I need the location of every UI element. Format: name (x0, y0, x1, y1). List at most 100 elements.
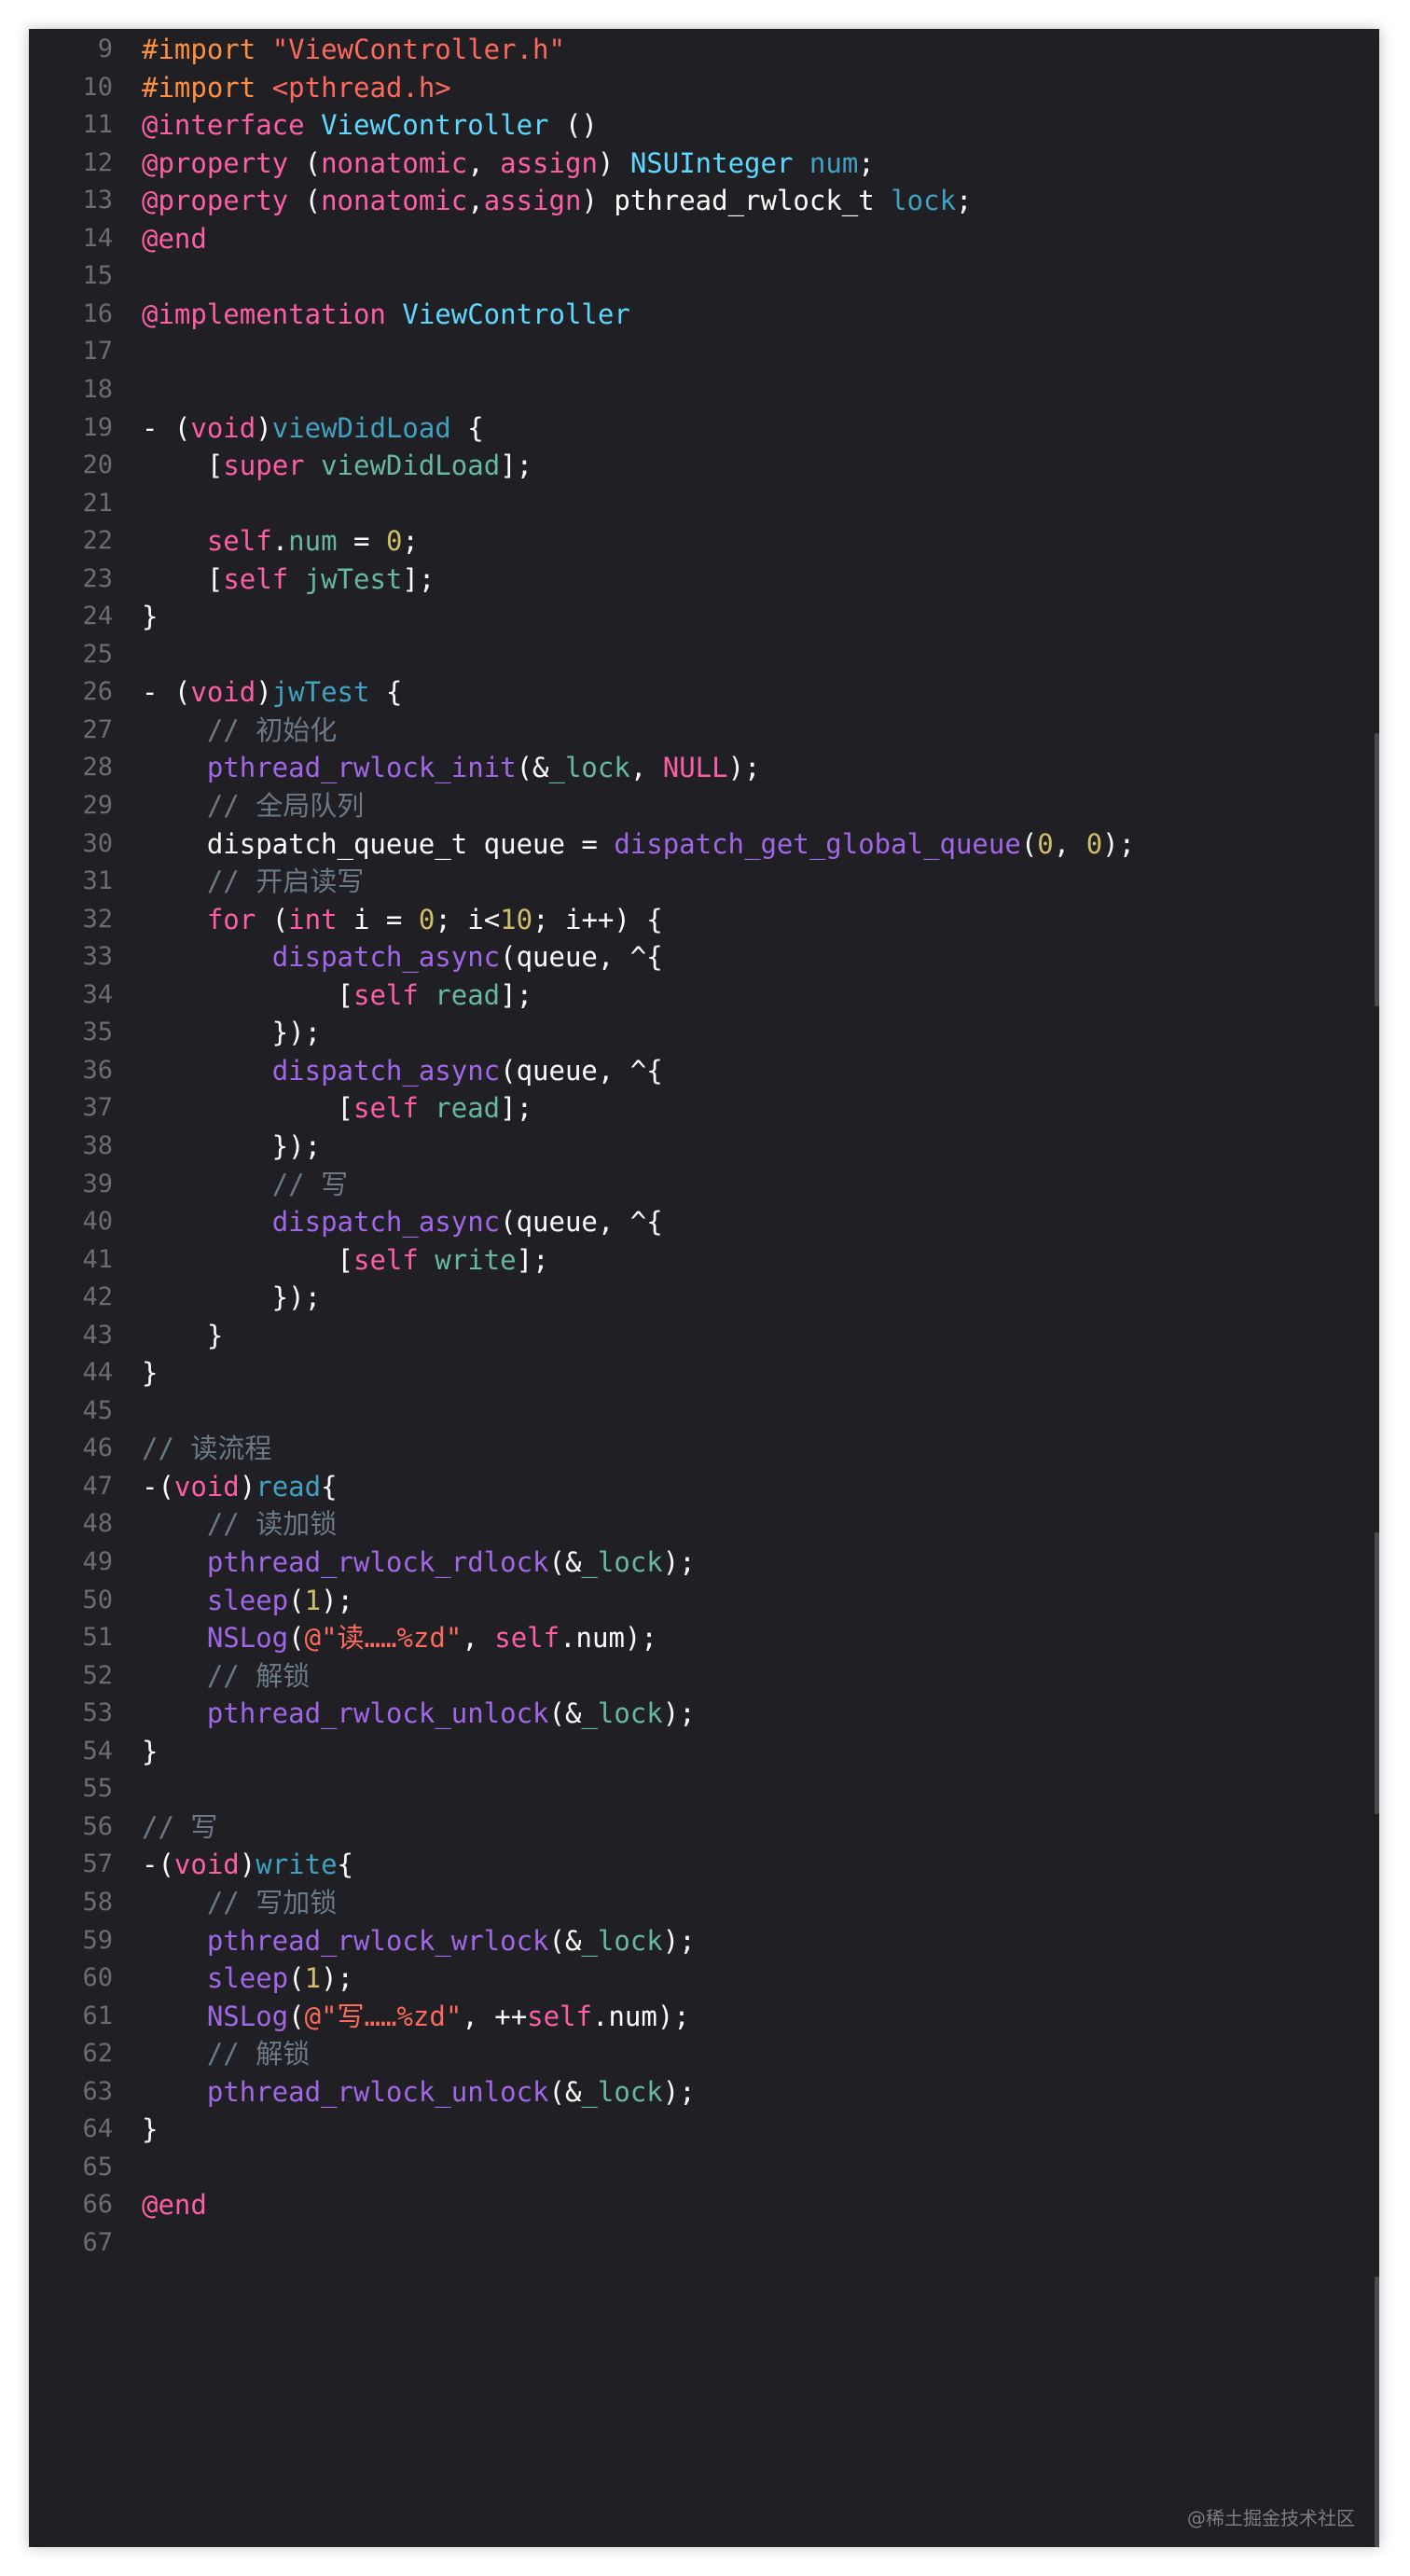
code-line[interactable]: 11 @interface ViewController () (29, 106, 1379, 144)
line-text: NSLog(@"读……%zd", self.num); (142, 1619, 657, 1656)
code-line[interactable]: 43 } (29, 1317, 1379, 1354)
scrollbar-marker[interactable] (1375, 733, 1379, 1006)
code-token: <pthread.h> (271, 71, 451, 104)
code-token: // 开启读写 (206, 866, 365, 898)
code-line[interactable]: 9 #import "ViewController.h" (29, 31, 1379, 68)
code-line[interactable]: 51 NSLog(@"读……%zd", self.num); (29, 1619, 1379, 1656)
code-line[interactable]: 14 @end (29, 220, 1379, 257)
code-line[interactable]: 24} (29, 598, 1379, 635)
code-token: viewDidLoad (271, 411, 451, 444)
code-token: lock (891, 185, 957, 217)
line-number: 9 (97, 35, 113, 63)
code-line[interactable]: 18 (29, 371, 1379, 409)
code-token: self (223, 562, 289, 595)
code-token: pthread_rwlock_wrlock (206, 1924, 549, 1957)
code-line[interactable]: 46 // 读流程 (29, 1430, 1379, 1467)
code-line[interactable]: 37 [self read]; (29, 1089, 1379, 1127)
code-token: ); (662, 1924, 696, 1957)
code-line[interactable]: 25 (29, 636, 1379, 673)
code-line[interactable]: 22 self.num = 0; (29, 522, 1379, 560)
code-line[interactable]: 34 [self read]; (29, 976, 1379, 1014)
line-text: }); (142, 1128, 321, 1165)
line-number: 35 (82, 1018, 113, 1047)
line-text: #import <pthread.h> (142, 69, 451, 106)
code-line[interactable]: 27 // 初始化 (29, 712, 1379, 749)
line-number: 31 (82, 866, 113, 896)
code-line[interactable]: 36 dispatch_async(queue, ^{ (29, 1052, 1379, 1089)
code-line[interactable]: 62 // 解锁 (29, 2035, 1379, 2072)
code-token: ]; (516, 1243, 549, 1276)
code-line[interactable]: 21 (29, 485, 1379, 522)
line-number: 32 (82, 904, 113, 934)
code-line[interactable]: 64} (29, 2111, 1379, 2148)
scrollbar-marker[interactable] (1375, 2277, 1379, 2547)
code-token: @property (142, 146, 305, 179)
code-line[interactable]: 13 @property (nonatomic,assign) pthread_r… (29, 182, 1379, 219)
line-text: dispatch_async(queue, ^{ (142, 938, 663, 976)
code-line[interactable]: 58 // 写加锁 (29, 1884, 1379, 1921)
code-line[interactable]: 10 #import <pthread.h> (29, 69, 1379, 106)
code-line[interactable]: 12 @property (nonatomic, assign) NSUInteg… (29, 145, 1379, 182)
code-line[interactable]: 31 // 开启读写 (29, 863, 1379, 900)
code-line[interactable]: 32 for (int i = 0; i<10; i++) { (29, 901, 1379, 938)
code-token: @end (142, 222, 207, 255)
code-line[interactable]: 15 (29, 257, 1379, 295)
code-line[interactable]: 56 // 写 (29, 1808, 1379, 1846)
code-line[interactable]: 66 @end (29, 2186, 1379, 2223)
code-token: @interface (142, 109, 322, 142)
code-line[interactable]: 45 (29, 1392, 1379, 1430)
code-line[interactable]: 30 dispatch_queue_t queue = dispatch_get… (29, 825, 1379, 863)
code-line[interactable]: 29 // 全局队列 (29, 787, 1379, 824)
code-line[interactable]: 54} (29, 1733, 1379, 1770)
line-text: @property (nonatomic,assign) pthread_rwl… (142, 182, 973, 219)
code-token: _lock (581, 1697, 663, 1730)
code-line[interactable]: 53 pthread_rwlock_unlock(&_lock); (29, 1695, 1379, 1732)
code-line[interactable]: 19 - (void)viewDidLoad { (29, 409, 1379, 447)
code-line[interactable]: 35 }); (29, 1014, 1379, 1051)
code-line[interactable]: 49 pthread_rwlock_rdlock(&_lock); (29, 1544, 1379, 1581)
line-number: 39 (82, 1169, 113, 1198)
line-text: [self jwTest]; (142, 561, 435, 598)
code-line[interactable]: 17 (29, 333, 1379, 370)
code-line[interactable]: 39 // 写 (29, 1166, 1379, 1203)
code-line[interactable]: 23 [self jwTest]; (29, 561, 1379, 598)
code-line[interactable]: 40 dispatch_async(queue, ^{ (29, 1203, 1379, 1240)
code-line[interactable]: 65 (29, 2149, 1379, 2186)
code-line[interactable]: 61 NSLog(@"写……%zd", ++self.num); (29, 1998, 1379, 2035)
code-line[interactable]: 48 // 读加锁 (29, 1505, 1379, 1543)
code-line[interactable]: 28 pthread_rwlock_init(&_lock, NULL); (29, 749, 1379, 786)
code-line[interactable]: 16 @implementation ViewController (29, 296, 1379, 333)
code-line[interactable]: 20 [super viewDidLoad]; (29, 447, 1379, 484)
line-number: 38 (82, 1130, 113, 1160)
code-line[interactable]: 63 pthread_rwlock_unlock(&_lock); (29, 2073, 1379, 2111)
code-token: [ (142, 978, 353, 1011)
code-line[interactable]: 59 pthread_rwlock_wrlock(&_lock); (29, 1922, 1379, 1960)
line-number: 17 (82, 337, 113, 367)
code-line[interactable]: 38 }); (29, 1128, 1379, 1165)
code-line[interactable]: 60 sleep(1); (29, 1960, 1379, 1997)
code-line[interactable]: 50 sleep(1); (29, 1582, 1379, 1619)
scrollbar-marker[interactable] (1375, 1532, 1379, 1814)
code-line[interactable]: 41 [self write]; (29, 1241, 1379, 1279)
code-line[interactable]: 44} (29, 1354, 1379, 1392)
code-line[interactable]: 33 dispatch_async(queue, ^{ (29, 938, 1379, 976)
code-line[interactable]: 26 - (void)jwTest { (29, 673, 1379, 711)
code-token: ]; (500, 978, 533, 1011)
code-line[interactable]: 42 }); (29, 1279, 1379, 1316)
code-line[interactable]: 67 (29, 2224, 1379, 2262)
code-token: void (190, 411, 256, 444)
line-number: 29 (82, 791, 113, 820)
code-token: ]; (500, 450, 533, 482)
code-line[interactable]: 47 -(void)read{ (29, 1468, 1379, 1505)
code-editor[interactable]: 9 #import "ViewController.h" 10 #import <pt… (29, 29, 1379, 2547)
code-line[interactable]: 57 -(void)write{ (29, 1846, 1379, 1883)
code-token: ) pthread_rwlock_t (581, 185, 892, 217)
code-line[interactable]: 52 // 解锁 (29, 1657, 1379, 1695)
code-line[interactable]: 55 (29, 1770, 1379, 1807)
line-number: 13 (82, 186, 113, 215)
